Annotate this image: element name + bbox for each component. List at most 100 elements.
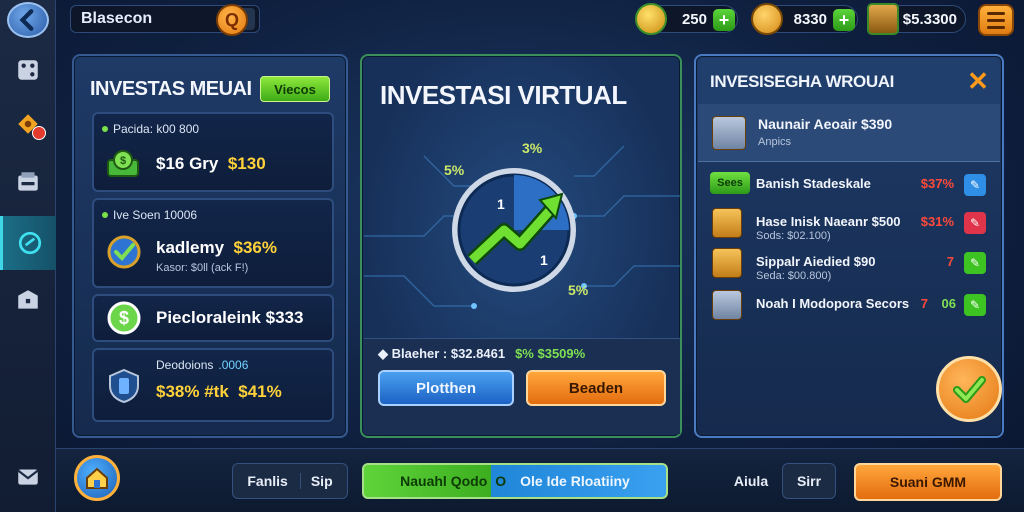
- card-subtitle-text: Pacida: k00 800: [113, 122, 200, 136]
- investment-list-panel: INVESTAS MEUAI Viecos Pacida: k00 800 $ …: [72, 54, 348, 438]
- gems-value: 250: [681, 11, 707, 28]
- shield-check-icon: [18, 231, 41, 255]
- card-detail: Kasor: $0ll (ack F!): [156, 262, 249, 274]
- gauge-label-right: 1: [540, 252, 548, 268]
- confirm-button[interactable]: [936, 356, 1002, 422]
- card-value-amount: $41%: [238, 382, 282, 401]
- svg-text:$: $: [120, 155, 126, 167]
- gem-coin-icon: [635, 3, 667, 35]
- edit-button[interactable]: ✎: [964, 212, 986, 234]
- progress-toggle[interactable]: Nauahl Qodo O Ole Ide Rloatiiny: [362, 463, 668, 499]
- tab-sirr[interactable]: Sirr: [782, 463, 836, 499]
- gold-value: 8330: [793, 11, 827, 28]
- card-value-amount: $333: [265, 308, 304, 327]
- bottom-bar: Blanogik Fanlis Sip Nauahl Qodo O Ole Id…: [56, 448, 1024, 512]
- toggle-right-label: Ole Ide Rloatiiny: [520, 473, 630, 489]
- home-button[interactable]: [74, 455, 120, 501]
- svg-text:$: $: [119, 308, 129, 328]
- sidebar-item-tag[interactable]: [8, 104, 48, 144]
- dollar-coin-icon: $: [107, 301, 141, 335]
- row-value: $31%: [920, 214, 954, 229]
- sidebar-item-mail[interactable]: [8, 456, 48, 496]
- close-button[interactable]: ✕: [966, 68, 990, 94]
- sidebar-item-chest[interactable]: [8, 280, 48, 320]
- chest-icon: [18, 290, 38, 309]
- crate-icon: [712, 290, 742, 320]
- card-value-percent: $38%: [156, 382, 200, 401]
- dice-icon: [18, 60, 38, 80]
- tab-label: Sip: [299, 473, 333, 489]
- view-button[interactable]: Viecos: [260, 76, 330, 102]
- card-subtitle: Deodoions .0006: [156, 358, 248, 372]
- panel-title: INVESTAS MEUAI: [90, 78, 252, 100]
- growth-gauge-icon: [452, 168, 576, 292]
- tab-aiula[interactable]: Aiula: [726, 463, 776, 499]
- resource-gems: 250 +: [635, 3, 738, 35]
- list-item[interactable]: Noah I Modopora Secors 7 06 ✎: [708, 290, 990, 320]
- row-value: 7: [920, 296, 928, 311]
- tab-label: Fanlis: [247, 473, 288, 489]
- investment-card[interactable]: Pacida: k00 800 $ $16 Gry $130: [92, 112, 334, 192]
- list-item[interactable]: Hase Inisk Naeanr $500 Sods: $02.100) $3…: [708, 208, 990, 246]
- row-value: $37%: [920, 176, 954, 191]
- check-badge-icon: [107, 235, 141, 269]
- row-value-secondary: 06: [941, 296, 956, 311]
- status-dot: [102, 212, 108, 218]
- add-gems-button[interactable]: +: [713, 9, 735, 31]
- investment-stats: ◆ Blaeher : $32.8461 $% $3509%: [378, 346, 585, 362]
- card-value-label: Piecloraleink: [156, 308, 261, 327]
- row-label: Noah I Modopora Secors: [756, 296, 910, 311]
- back-arrow-icon: [19, 9, 34, 31]
- cash-stack-icon: $: [107, 150, 139, 177]
- sidebar-item-investment[interactable]: [0, 216, 56, 270]
- card-value: Piecloraleink $333: [156, 308, 303, 328]
- panel-title: INVESTASI VIRTUAL: [380, 80, 627, 110]
- resource-chest: $5.3300: [867, 3, 966, 35]
- virtual-investment-panel: INVESTASI VIRTUAL 3% 5% 5% 1 1 ◆ Blaeher…: [360, 54, 682, 438]
- edit-button[interactable]: ✎: [964, 174, 986, 196]
- menu-button[interactable]: [978, 4, 1014, 36]
- row-tag: Sees: [710, 172, 750, 194]
- toggle-mid-label: O: [495, 473, 507, 489]
- card-value-amount: $36%: [233, 238, 277, 257]
- featured-label: Naunair Aeoair $390: [758, 116, 893, 132]
- list-item[interactable]: Sees Banish Stadeskale $37% ✎: [708, 172, 990, 200]
- percent-top: 3%: [522, 140, 543, 156]
- stat-label: ◆ Blaeher : $32.8461: [378, 346, 506, 361]
- edit-button[interactable]: ✎: [964, 252, 986, 274]
- card-subtitle-accent: .0006: [218, 358, 249, 372]
- investment-card[interactable]: Ive Soen 10006 kadlemy $36% Kasor: $0ll …: [92, 198, 334, 288]
- investment-card[interactable]: Deodoions .0006 $38% #tk $41%: [92, 348, 334, 422]
- add-gold-button[interactable]: +: [833, 9, 855, 31]
- stat-label-text: Blaeher : $32.8461: [391, 346, 506, 361]
- status-dot: [102, 126, 108, 132]
- quest-coin-button[interactable]: Q: [216, 4, 248, 36]
- treasure-chest-icon: [867, 3, 899, 35]
- menu-icon-bar: [987, 18, 1005, 22]
- tab-fanlis[interactable]: Fanlis Sip: [232, 463, 348, 499]
- chest-value: $5.3300: [902, 11, 957, 28]
- mail-icon: [17, 469, 39, 485]
- card-subtitle-text: Deodoions: [156, 358, 214, 372]
- plot-button[interactable]: Plotthen: [378, 370, 514, 406]
- row-sub: Seda: $00.800): [756, 270, 832, 282]
- back-button[interactable]: [7, 2, 49, 38]
- sidebar: [0, 0, 56, 512]
- shield-icon: [109, 368, 139, 404]
- menu-icon-bar: [987, 11, 1005, 15]
- begin-button[interactable]: Beaden: [526, 370, 666, 406]
- row-label: Hase Inisk Naeanr $500: [756, 214, 901, 229]
- edit-button[interactable]: ✎: [964, 294, 986, 316]
- card-value: $38% #tk $41%: [156, 382, 282, 402]
- submit-button[interactable]: Suani GMM: [854, 463, 1002, 501]
- row-sub: Sods: $02.100): [756, 230, 831, 242]
- panel-title: INVESISEGHA WROUAI: [710, 72, 894, 91]
- card-value: $16 Gry $130: [156, 154, 266, 174]
- featured-item[interactable]: Naunair Aeoair $390 Anpics: [698, 104, 1000, 162]
- investment-card[interactable]: $ Piecloraleink $333: [92, 294, 334, 342]
- inbox-icon: [18, 172, 38, 191]
- crate-icon: [712, 248, 742, 278]
- sidebar-item-dice[interactable]: [8, 50, 48, 90]
- list-item[interactable]: Sippalr Aiedied $90 Seda: $00.800) 7 ✎: [708, 248, 990, 286]
- sidebar-item-inbox[interactable]: [8, 162, 48, 202]
